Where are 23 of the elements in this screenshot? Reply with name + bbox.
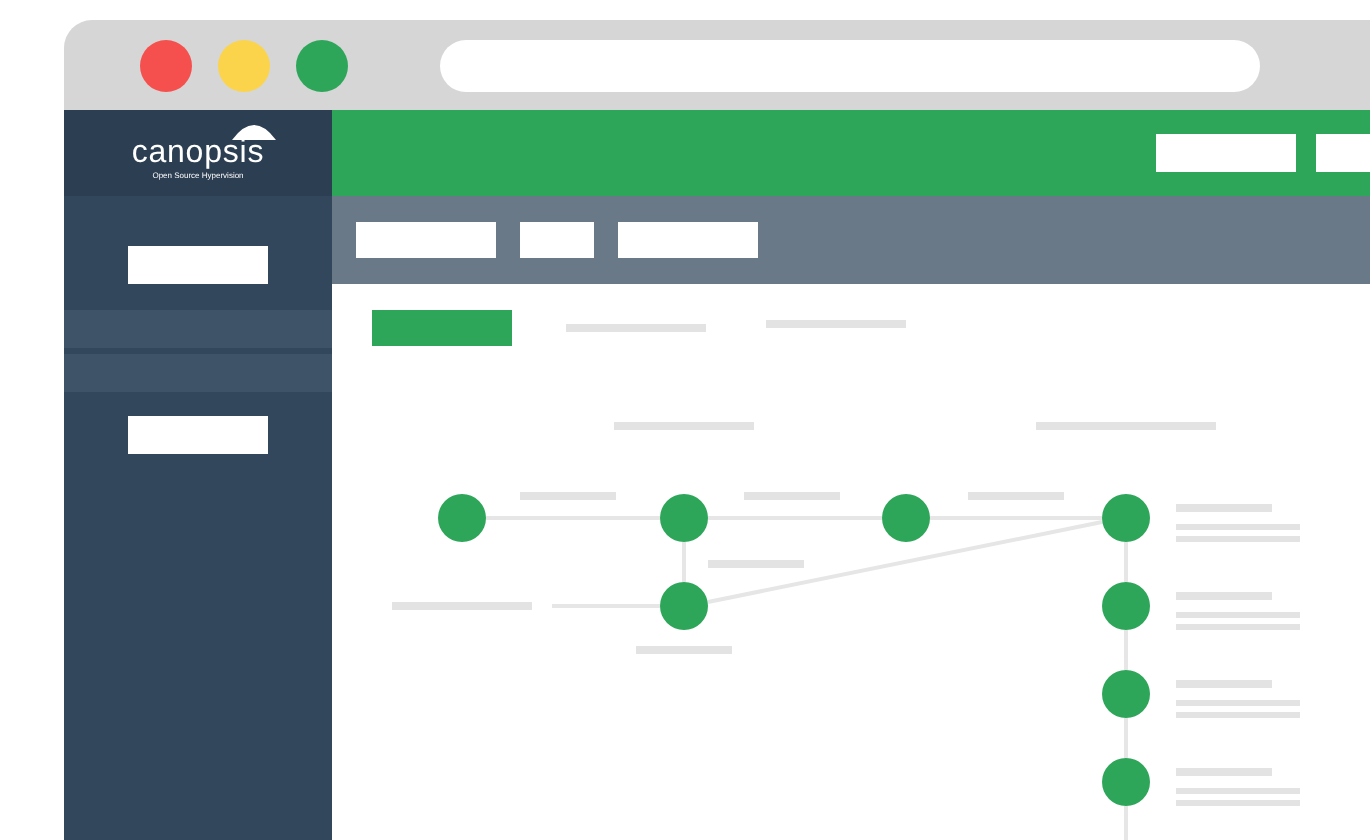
sidebar-item[interactable] [128,246,268,284]
sidebar-item[interactable] [64,310,332,348]
sidebar-item[interactable] [64,354,332,392]
tab[interactable] [372,310,512,346]
graph-node [1102,758,1150,806]
graph-node [660,582,708,630]
graph-node [1102,582,1150,630]
toolbar-button[interactable] [356,222,496,258]
graph-node [1102,670,1150,718]
graph-node [660,494,708,542]
toolbar-button[interactable] [520,222,594,258]
graph-node [1102,494,1150,542]
graph-node [438,494,486,542]
address-bar[interactable] [440,39,1260,91]
graph-node [882,494,930,542]
sidebar-item[interactable] [128,416,268,454]
window-control[interactable] [296,39,348,91]
window-control[interactable] [218,39,270,91]
logo-text: canopsis [131,137,265,169]
toolbar-button[interactable] [618,222,758,258]
top-bar-button[interactable] [1156,134,1296,172]
top-bar-button[interactable] [1316,134,1370,172]
window-control[interactable] [140,39,192,91]
